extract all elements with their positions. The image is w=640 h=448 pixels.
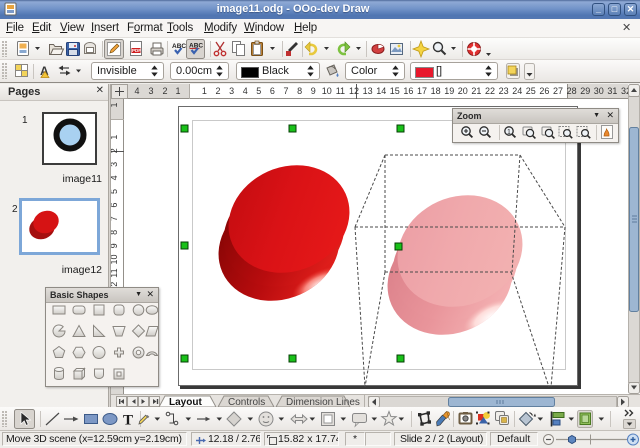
svg-text:2: 2 <box>162 86 167 96</box>
svg-text:9: 9 <box>311 86 316 96</box>
svg-text:4: 4 <box>134 86 139 96</box>
svg-text:6: 6 <box>111 203 119 208</box>
svg-text:8: 8 <box>297 86 302 96</box>
svg-text:9: 9 <box>111 243 119 248</box>
svg-text:28: 28 <box>567 86 577 96</box>
svg-text:23: 23 <box>499 86 509 96</box>
svg-text:24: 24 <box>512 86 522 96</box>
svg-text:27: 27 <box>553 86 563 96</box>
svg-text:17: 17 <box>417 86 427 96</box>
svg-text:31: 31 <box>607 86 617 96</box>
svg-text:1: 1 <box>175 86 180 96</box>
svg-text:4: 4 <box>111 175 119 180</box>
svg-text:14: 14 <box>376 86 386 96</box>
svg-text:3: 3 <box>111 162 119 167</box>
svg-text:7: 7 <box>111 216 119 221</box>
svg-text:7: 7 <box>283 86 288 96</box>
svg-text:10: 10 <box>111 254 119 264</box>
svg-text:1: 1 <box>202 86 207 96</box>
svg-text:11: 11 <box>111 268 119 277</box>
svg-text:11: 11 <box>336 86 345 96</box>
svg-text:20: 20 <box>458 86 468 96</box>
svg-text:5: 5 <box>111 189 119 194</box>
svg-text:1: 1 <box>111 102 119 107</box>
svg-text:1: 1 <box>111 135 119 140</box>
svg-text:10: 10 <box>322 86 332 96</box>
svg-text:19: 19 <box>444 86 454 96</box>
svg-text:4: 4 <box>243 86 248 96</box>
svg-text:ABC: ABC <box>172 43 186 50</box>
svg-text:2: 2 <box>215 86 220 96</box>
svg-text:18: 18 <box>431 86 441 96</box>
svg-text:2: 2 <box>111 148 119 153</box>
svg-text:6: 6 <box>270 86 275 96</box>
svg-text:30: 30 <box>594 86 604 96</box>
svg-text:22: 22 <box>485 86 495 96</box>
svg-text:T: T <box>123 413 133 429</box>
svg-text:12: 12 <box>349 86 359 96</box>
svg-text:16: 16 <box>403 86 413 96</box>
svg-text:26: 26 <box>539 86 549 96</box>
svg-text:1: 1 <box>507 129 511 136</box>
svg-text:13: 13 <box>363 86 373 96</box>
svg-text:3: 3 <box>148 86 153 96</box>
svg-text:21: 21 <box>471 86 481 96</box>
svg-text:3: 3 <box>229 86 234 96</box>
svg-text:25: 25 <box>526 86 536 96</box>
svg-text:29: 29 <box>580 86 590 96</box>
svg-text:5: 5 <box>256 86 261 96</box>
svg-text:15: 15 <box>390 86 400 96</box>
svg-text:PDF: PDF <box>132 48 141 53</box>
svg-text:8: 8 <box>111 230 119 235</box>
